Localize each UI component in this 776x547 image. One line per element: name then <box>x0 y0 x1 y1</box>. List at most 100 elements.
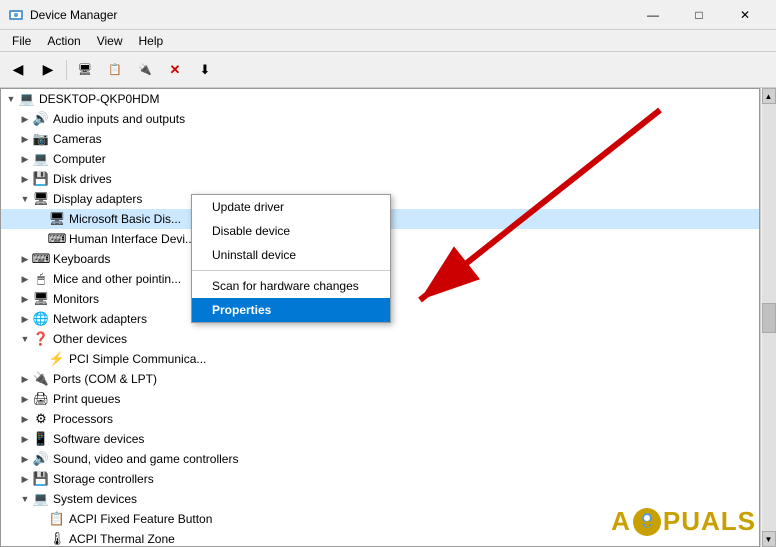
keyboard-icon: ⌨ <box>33 251 49 267</box>
list-item[interactable]: ▶ 💻 Computer <box>1 149 759 169</box>
storage-icon: 💾 <box>33 471 49 487</box>
list-item[interactable]: ▶ 🔊 Audio inputs and outputs <box>1 109 759 129</box>
toolbar-forward[interactable]: ▶ <box>34 56 62 84</box>
item-label: Human Interface Devi... <box>69 232 195 246</box>
pci-item[interactable]: ⚡ PCI Simple Communica... <box>1 349 759 369</box>
item-label: Mice and other pointin... <box>53 272 181 286</box>
item-label: Network adapters <box>53 312 147 326</box>
root-expand: ▼ <box>3 94 19 104</box>
expand-icon: ▶ <box>17 114 33 125</box>
ports-item[interactable]: ▶ 🔌 Ports (COM & LPT) <box>1 369 759 389</box>
other-devices-item[interactable]: ▼ ❓ Other devices <box>1 329 759 349</box>
menu-view[interactable]: View <box>89 32 131 50</box>
computer-icon: 💻 <box>19 91 35 107</box>
menu-action[interactable]: Action <box>39 32 88 50</box>
list-item[interactable]: ▶ 📷 Cameras <box>1 129 759 149</box>
expand-icon: ▶ <box>17 394 33 405</box>
minimize-button[interactable]: — <box>630 0 676 30</box>
monitor-icon: 🖥 <box>33 291 49 307</box>
print-icon: 🖨 <box>33 391 49 407</box>
software-devices-item[interactable]: ▶ 📱 Software devices <box>1 429 759 449</box>
expand-icon: ▶ <box>17 294 33 305</box>
main-content: ▼ 💻 DESKTOP-QKP0HDM ▶ 🔊 Audio inputs and… <box>0 88 776 547</box>
item-label: ACPI Fixed Feature Button <box>69 512 212 526</box>
software-icon: 📱 <box>33 431 49 447</box>
sound-icon: 🔊 <box>33 451 49 467</box>
toolbar-properties[interactable]: 🖥 <box>71 56 99 84</box>
item-label: Display adapters <box>53 192 142 206</box>
scroll-thumb[interactable] <box>762 303 776 333</box>
item-label: Cameras <box>53 132 102 146</box>
storage-item[interactable]: ▶ 💾 Storage controllers <box>1 469 759 489</box>
toolbar-remove[interactable]: ✕ <box>161 56 189 84</box>
context-disable-device[interactable]: Disable device <box>192 219 390 243</box>
cpu-icon: ⚙ <box>33 411 49 427</box>
toolbar-scan[interactable]: 🔌 <box>131 56 159 84</box>
expand-icon: ▶ <box>17 454 33 465</box>
scrollbar[interactable]: ▲ ▼ <box>760 88 776 547</box>
window: Device Manager — □ ✕ File Action View He… <box>0 0 776 547</box>
acpi-fixed-item[interactable]: 📋 ACPI Fixed Feature Button <box>1 509 759 529</box>
disk-icon: 💾 <box>33 171 49 187</box>
network-icon: 🌐 <box>33 311 49 327</box>
thermal-icon: 🌡 <box>49 531 65 547</box>
system-devices-item[interactable]: ▼ 💻 System devices <box>1 489 759 509</box>
expand-icon: ▼ <box>17 494 33 504</box>
sound-item[interactable]: ▶ 🔊 Sound, video and game controllers <box>1 449 759 469</box>
toolbar-update[interactable]: 📋 <box>101 56 129 84</box>
context-uninstall-device[interactable]: Uninstall device <box>192 243 390 267</box>
toolbar-download[interactable]: ⬇ <box>191 56 219 84</box>
item-label: System devices <box>53 492 137 506</box>
acpi-icon: 📋 <box>49 511 65 527</box>
item-label: Print queues <box>53 392 120 406</box>
item-label: Computer <box>53 152 106 166</box>
menu-file[interactable]: File <box>4 32 39 50</box>
context-scan-changes[interactable]: Scan for hardware changes <box>192 274 390 298</box>
expand-icon: ▶ <box>17 374 33 385</box>
scroll-up[interactable]: ▲ <box>762 88 776 104</box>
hid-icon: ⌨ <box>49 231 65 247</box>
tree-root[interactable]: ▼ 💻 DESKTOP-QKP0HDM <box>1 89 759 109</box>
item-label: PCI Simple Communica... <box>69 352 206 366</box>
system-icon: 💻 <box>33 491 49 507</box>
scroll-down[interactable]: ▼ <box>762 531 776 547</box>
device-tree[interactable]: ▼ 💻 DESKTOP-QKP0HDM ▶ 🔊 Audio inputs and… <box>0 88 760 547</box>
other-icon: ❓ <box>33 331 49 347</box>
print-item[interactable]: ▶ 🖨 Print queues <box>1 389 759 409</box>
expand-icon: ▶ <box>17 314 33 325</box>
title-controls: — □ ✕ <box>630 0 768 30</box>
pci-icon: ⚡ <box>49 351 65 367</box>
item-label: Storage controllers <box>53 472 154 486</box>
maximize-button[interactable]: □ <box>676 0 722 30</box>
expand-icon: ▶ <box>17 134 33 145</box>
item-label: Software devices <box>53 432 144 446</box>
expand-icon: ▼ <box>17 194 33 204</box>
scroll-track2 <box>762 333 776 532</box>
item-label: Sound, video and game controllers <box>53 452 238 466</box>
toolbar-back[interactable]: ◀ <box>4 56 32 84</box>
context-properties[interactable]: Properties <box>192 298 390 322</box>
ports-icon: 🔌 <box>33 371 49 387</box>
computer-icon: 💻 <box>33 151 49 167</box>
item-label: Processors <box>53 412 113 426</box>
toolbar-sep1 <box>66 60 67 80</box>
item-label: Audio inputs and outputs <box>53 112 185 126</box>
context-separator <box>192 270 390 271</box>
expand-icon: ▶ <box>17 254 33 265</box>
processors-item[interactable]: ▶ ⚙ Processors <box>1 409 759 429</box>
expand-icon: ▶ <box>17 274 33 285</box>
mouse-icon: 🖱 <box>33 271 49 287</box>
acpi-thermal1-item[interactable]: 🌡 ACPI Thermal Zone <box>1 529 759 547</box>
camera-icon: 📷 <box>33 131 49 147</box>
list-item[interactable]: ▶ 💾 Disk drives <box>1 169 759 189</box>
root-label: DESKTOP-QKP0HDM <box>39 92 159 106</box>
menu-bar: File Action View Help <box>0 30 776 52</box>
scroll-track <box>762 104 776 303</box>
expand-icon: ▶ <box>17 414 33 425</box>
display-adapter-icon: 🖥 <box>49 211 65 227</box>
audio-icon: 🔊 <box>33 111 49 127</box>
close-button[interactable]: ✕ <box>722 0 768 30</box>
context-update-driver[interactable]: Update driver <box>192 195 390 219</box>
expand-icon: ▶ <box>17 174 33 185</box>
menu-help[interactable]: Help <box>131 32 172 50</box>
